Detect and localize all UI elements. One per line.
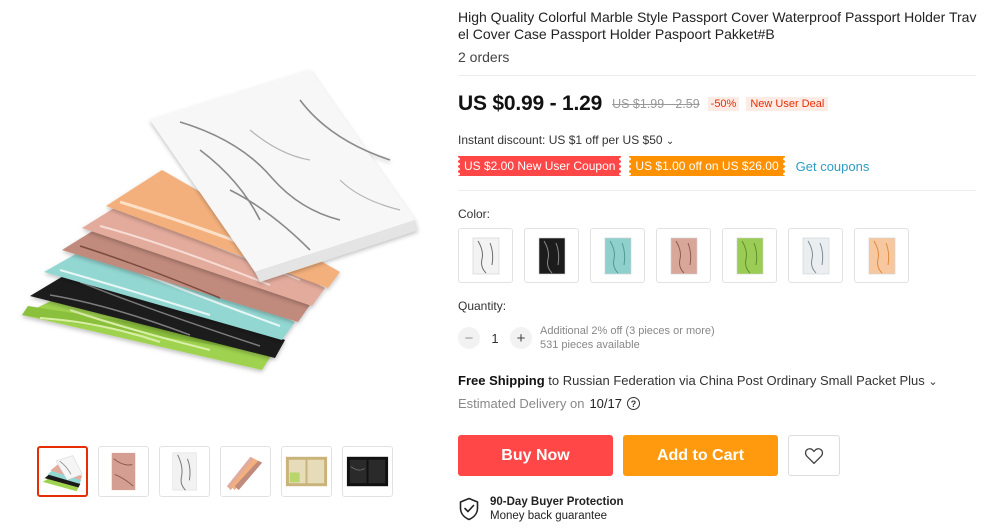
grey-marble-swatch-icon: [802, 237, 829, 274]
quantity-value[interactable]: 1: [480, 331, 510, 346]
product-title: High Quality Colorful Marble Style Passp…: [458, 9, 977, 42]
thumbnail-6[interactable]: [342, 446, 393, 497]
color-swatches: [458, 228, 909, 283]
estimated-delivery-label: Estimated Delivery on: [458, 396, 585, 411]
chevron-down-icon: ⌄: [928, 376, 938, 388]
instant-discount-text: Instant discount: US $1 off per US $50: [458, 133, 663, 147]
price-row: US $0.99 - 1.29 US $1.99 - 2.59 -50% New…: [458, 92, 829, 116]
quantity-stepper: − 1 + Additional 2% off (3 pieces or mor…: [458, 324, 715, 352]
color-swatch-6[interactable]: [788, 228, 843, 283]
covers-side-view-thumbnail-icon: [226, 456, 263, 491]
color-swatch-7[interactable]: [854, 228, 909, 283]
orange-marble-swatch-icon: [868, 237, 895, 274]
black-marble-swatch-icon: [538, 237, 565, 274]
estimated-delivery: Estimated Delivery on 10/17 ?: [458, 396, 640, 411]
pink-marble-cover-thumbnail-icon: [111, 452, 136, 491]
marble-passport-covers-fan-image: [22, 70, 418, 370]
quantity-notes: Additional 2% off (3 pieces or more) 531…: [540, 324, 715, 352]
discount-percent-badge: -50%: [707, 97, 740, 111]
stock-available-note: 531 pieces available: [540, 339, 640, 351]
bulk-discount-note: Additional 2% off (3 pieces or more): [540, 325, 715, 337]
passport-covers-fan-thumbnail-icon: [42, 455, 83, 492]
green-marble-swatch-icon: [736, 237, 763, 274]
free-shipping-label: Free Shipping: [458, 373, 545, 388]
thumbnail-2[interactable]: [98, 446, 149, 497]
pink-marble-swatch-icon: [670, 237, 697, 274]
estimated-delivery-date: 10/17: [589, 396, 622, 411]
color-swatch-4[interactable]: [656, 228, 711, 283]
help-icon[interactable]: ?: [627, 397, 640, 410]
buyer-protection-subtitle: Money back guarantee: [490, 510, 607, 522]
orders-count: 2 orders: [458, 49, 510, 65]
color-label: Color:: [458, 207, 491, 221]
store-coupon[interactable]: US $1.00 off on US $26.00: [628, 156, 786, 176]
quantity-plus-button[interactable]: +: [510, 327, 532, 349]
buy-now-button[interactable]: Buy Now: [458, 435, 613, 476]
shield-check-icon: [459, 497, 479, 521]
coupon-row: US $2.00 New User Coupon US $1.00 off on…: [456, 156, 870, 176]
black-marble-open-thumbnail-icon: [346, 456, 389, 487]
main-product-image[interactable]: [10, 60, 430, 390]
quantity-minus-button[interactable]: −: [458, 327, 480, 349]
white-marble-cover-thumbnail-icon: [172, 452, 197, 491]
color-swatch-1[interactable]: [458, 228, 513, 283]
color-swatch-2[interactable]: [524, 228, 579, 283]
thumbnail-1[interactable]: [37, 446, 88, 497]
new-user-deal-badge: New User Deal: [746, 97, 829, 111]
heart-icon: [804, 447, 824, 464]
thumbnail-3[interactable]: [159, 446, 210, 497]
white-marble-swatch-icon: [472, 237, 499, 274]
buyer-protection: 90-Day Buyer Protection Money back guara…: [458, 495, 624, 523]
instant-discount[interactable]: Instant discount: US $1 off per US $50 ⌄: [458, 133, 674, 147]
thumbnail-5[interactable]: [281, 446, 332, 497]
quantity-label: Quantity:: [458, 299, 507, 313]
add-to-cart-button[interactable]: Add to Cart: [623, 435, 778, 476]
cover-inside-view-thumbnail-icon: [285, 456, 328, 487]
teal-marble-swatch-icon: [604, 237, 631, 274]
thumbnail-strip: [37, 446, 393, 497]
current-price: US $0.99 - 1.29: [458, 92, 603, 115]
shipping-info[interactable]: Free Shipping to Russian Federation via …: [458, 373, 938, 388]
wishlist-button[interactable]: [788, 435, 840, 476]
chevron-down-icon: ⌄: [665, 136, 675, 147]
thumbnail-4[interactable]: [220, 446, 271, 497]
new-user-coupon[interactable]: US $2.00 New User Coupon: [456, 156, 623, 176]
divider: [458, 75, 976, 76]
color-swatch-5[interactable]: [722, 228, 777, 283]
shipping-destination: to Russian Federation via China Post Ord…: [544, 373, 925, 388]
buyer-protection-text: 90-Day Buyer Protection Money back guara…: [490, 495, 624, 523]
divider: [458, 190, 976, 191]
get-coupons-link[interactable]: Get coupons: [796, 159, 870, 174]
buyer-protection-title: 90-Day Buyer Protection: [490, 496, 624, 508]
color-swatch-3[interactable]: [590, 228, 645, 283]
original-price: US $1.99 - 2.59: [612, 97, 700, 111]
